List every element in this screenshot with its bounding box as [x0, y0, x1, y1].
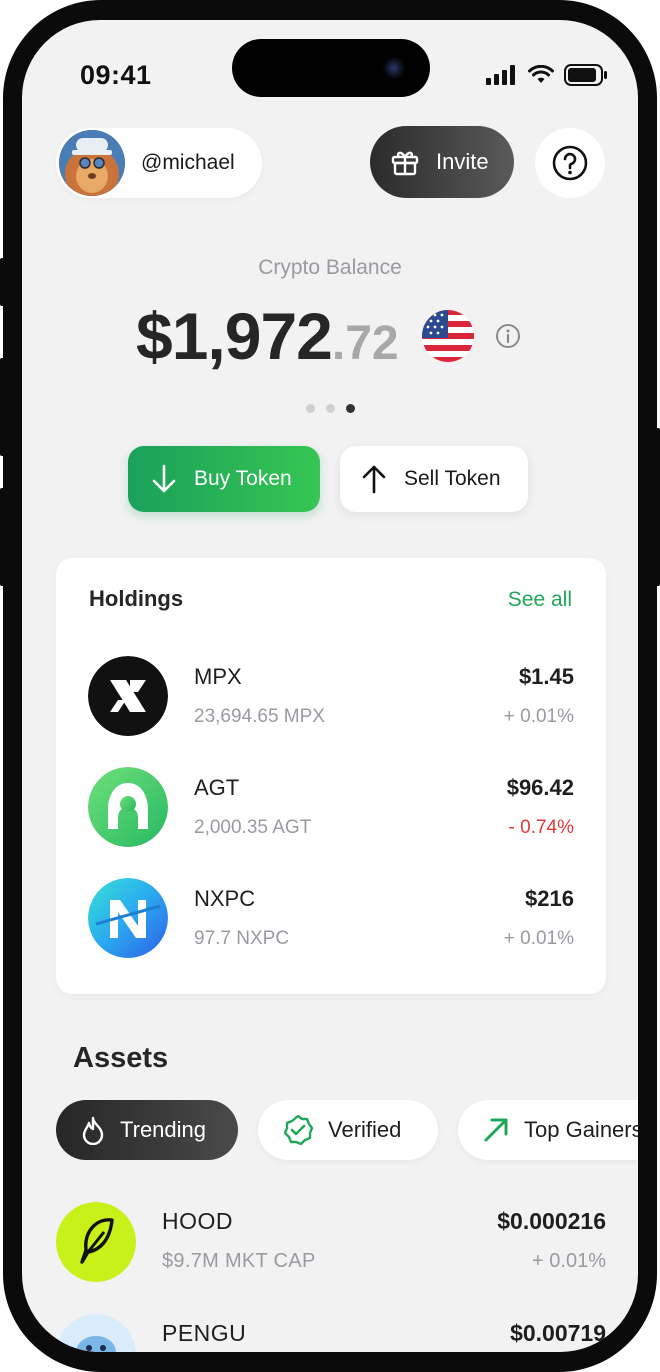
carousel-indicator[interactable]	[306, 404, 355, 413]
carousel-dot-active[interactable]	[346, 404, 355, 413]
camera-icon	[383, 57, 405, 79]
see-all-link[interactable]: See all	[508, 588, 572, 612]
trending-up-arrow-icon	[484, 1118, 508, 1142]
asset-row-hood[interactable]: HOOD $9.7M MKT CAP $0.000216 + 0.01%	[56, 1202, 606, 1282]
holding-name: MPX	[194, 664, 242, 689]
buy-token-button[interactable]: Buy Token	[128, 446, 320, 512]
holding-row-agt[interactable]: AGT 2,000.35 AGT $96.42 - 0.74%	[88, 767, 574, 847]
holding-change: - 0.74%	[508, 817, 574, 838]
asset-price: $0.00719	[510, 1320, 606, 1346]
holding-amount: 23,694.65 MPX	[194, 706, 325, 727]
invite-button[interactable]: Invite	[370, 126, 514, 198]
power-button	[654, 428, 660, 586]
balance-cents: .72	[331, 316, 399, 370]
asset-row-pengu[interactable]: PENGU $0.00719	[56, 1314, 606, 1352]
agt-logo-icon	[88, 767, 168, 847]
holding-price: $1.45	[518, 664, 574, 689]
assets-title: Assets	[73, 1042, 169, 1074]
holding-change: + 0.01%	[503, 928, 574, 949]
hood-feather-icon	[56, 1202, 136, 1282]
filter-chip-label: Trending	[120, 1117, 207, 1142]
buy-token-label: Buy Token	[194, 467, 292, 490]
cellular-signal-icon	[486, 65, 515, 85]
mpx-logo-icon	[88, 656, 168, 736]
verified-badge-icon	[283, 1114, 314, 1146]
carousel-dot[interactable]	[306, 404, 315, 413]
us-flag-icon[interactable]	[421, 309, 475, 363]
sell-token-label: Sell Token	[404, 467, 501, 490]
filter-chip-trending[interactable]: Trending	[56, 1100, 238, 1160]
asset-price: $0.000216	[497, 1208, 606, 1234]
holding-name: AGT	[194, 775, 240, 800]
filter-chip-top-gainers[interactable]: Top Gainers	[458, 1100, 638, 1160]
gift-icon	[391, 151, 419, 176]
nxpc-logo-icon	[88, 878, 168, 958]
arrow-up-icon	[362, 465, 386, 494]
volume-up-button	[0, 358, 6, 456]
holding-price: $216	[525, 886, 574, 911]
holding-change: + 0.01%	[503, 706, 574, 727]
volume-down-button	[0, 488, 6, 586]
sell-token-button[interactable]: Sell Token	[340, 446, 528, 512]
holding-row-mpx[interactable]: MPX 23,694.65 MPX $1.45 + 0.01%	[88, 656, 574, 736]
info-icon[interactable]	[495, 323, 521, 349]
dynamic-island	[232, 39, 430, 97]
asset-name: PENGU	[162, 1320, 247, 1346]
balance-row: $1,972 .72	[136, 298, 521, 374]
filter-chip-label: Top Gainers	[524, 1117, 638, 1142]
avatar	[59, 130, 125, 196]
pengu-logo-icon	[56, 1314, 136, 1352]
user-profile-pill[interactable]: @michael	[56, 128, 262, 198]
asset-market-cap: $9.7M MKT CAP	[162, 1250, 316, 1272]
username: @michael	[141, 151, 235, 174]
flame-icon	[82, 1116, 104, 1145]
holding-name: NXPC	[194, 886, 256, 911]
holding-price: $96.42	[506, 775, 574, 800]
battery-icon	[564, 64, 607, 86]
question-circle-icon	[552, 145, 588, 181]
arrow-down-icon	[152, 464, 176, 493]
app-screen: 09:41 @michael Invite Crypto Balance $1,…	[22, 20, 638, 1352]
invite-label: Invite	[436, 149, 489, 174]
holding-amount: 97.7 NXPC	[194, 928, 290, 949]
holding-amount: 2,000.35 AGT	[194, 817, 312, 838]
status-time: 09:41	[80, 60, 152, 90]
holding-row-nxpc[interactable]: NXPC 97.7 NXPC $216 + 0.01%	[88, 878, 574, 958]
wifi-icon	[528, 65, 554, 83]
balance-amount: $1,972	[136, 299, 333, 373]
help-button[interactable]	[535, 128, 605, 198]
asset-change: + 0.01%	[532, 1250, 606, 1272]
action-button	[0, 258, 6, 306]
holdings-title: Holdings	[89, 586, 184, 611]
asset-name: HOOD	[162, 1208, 233, 1234]
filter-chip-verified[interactable]: Verified	[258, 1100, 438, 1160]
filter-chip-label: Verified	[328, 1117, 402, 1142]
status-icons	[486, 64, 608, 86]
carousel-dot[interactable]	[326, 404, 335, 413]
balance-label: Crypto Balance	[258, 256, 402, 279]
holdings-card: Holdings See all MPX 23,694.65 MPX $1.45…	[56, 558, 606, 994]
